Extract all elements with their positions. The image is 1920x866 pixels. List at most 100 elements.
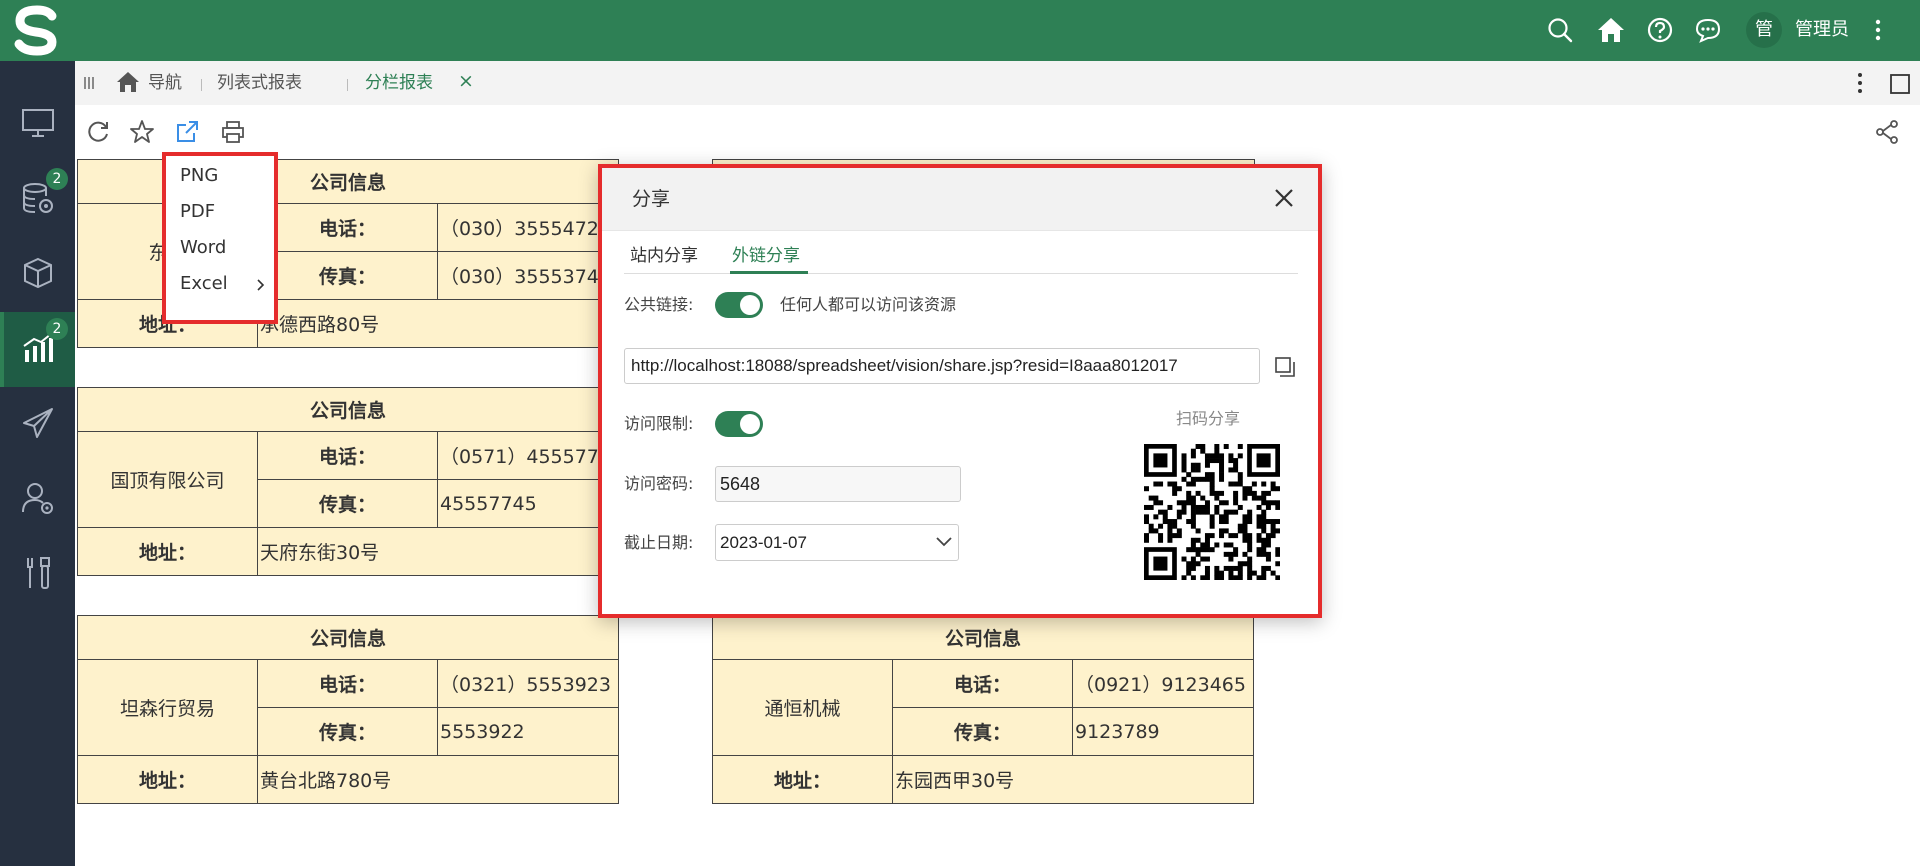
avatar[interactable]: 管 — [1746, 12, 1782, 48]
address-value: 东园西甲30号 — [891, 755, 1255, 804]
tab-divider — [347, 79, 348, 91]
more-vertical-icon[interactable] — [1855, 71, 1865, 95]
company-card: 公司信息 东南电话：（030）3555472 传真：（030）3555374 地… — [76, 159, 620, 348]
qr-share-label: 扫码分享 — [1176, 409, 1241, 428]
star-icon[interactable] — [129, 119, 155, 145]
phone-value: （0921）9123465 — [1071, 659, 1255, 708]
tools-icon — [27, 557, 50, 589]
fullscreen-icon[interactable] — [1889, 73, 1911, 95]
tab-nav[interactable]: 导航 — [148, 71, 182, 95]
deadline-label: 截止日期: — [624, 533, 694, 552]
active-tab-indicator — [730, 271, 808, 274]
phone-value: （0321）5553923 — [436, 659, 620, 708]
chat-icon[interactable] — [1694, 16, 1722, 44]
public-link-desc: 任何人都可以访问该资源 — [780, 295, 957, 314]
cube-icon — [24, 257, 52, 289]
phone-label: 电话： — [257, 431, 438, 480]
address-label: 地址： — [77, 527, 258, 576]
company-card: 公司信息 通恒机械 电话： （0921）9123465 传真： 9123789 地址：… — [711, 615, 1255, 804]
company-card: 公司信息 坦森行贸易 电话： （0321）5553923 传真： 5553922 地址… — [76, 615, 620, 804]
company-name: 坦森行贸易 — [77, 659, 258, 756]
export-pdf-item[interactable]: PDF — [180, 200, 215, 224]
export-menu: PNG PDF Word Excel — [162, 152, 278, 324]
phone-label: 电话： — [257, 203, 438, 252]
help-icon[interactable] — [1646, 16, 1674, 44]
public-link-toggle[interactable] — [715, 292, 763, 318]
company-card: 公司信息 国顶有限公司 电话： （0571）455577 传真： 45557745 地… — [76, 387, 620, 576]
access-limit-label: 访问限制: — [624, 414, 694, 433]
refresh-icon[interactable] — [85, 119, 111, 145]
fax-label: 传真： — [257, 707, 438, 756]
tab-list-report[interactable]: 列表式报表 — [217, 71, 302, 95]
deadline-value: 2023-01-07 — [720, 533, 807, 552]
card-header: 公司信息 — [76, 387, 620, 432]
sidebar-item-monitor[interactable] — [0, 87, 75, 162]
fax-label: 传真： — [892, 707, 1073, 756]
more-vertical-icon[interactable] — [1868, 16, 1888, 44]
print-icon[interactable] — [220, 119, 246, 145]
share-icon[interactable] — [1874, 119, 1900, 145]
person-gear-icon — [22, 483, 53, 514]
phone-value: （0571）455577 — [436, 431, 620, 480]
close-icon[interactable] — [1272, 186, 1296, 210]
qr-code-icon — [1144, 444, 1280, 580]
top-bar — [0, 0, 1920, 61]
collapse-handle-icon[interactable] — [83, 77, 95, 89]
toggle-knob — [740, 414, 760, 434]
export-icon[interactable] — [174, 119, 200, 145]
fax-label: 传真： — [257, 251, 438, 300]
sidebar-badge: 2 — [46, 318, 68, 340]
home-icon[interactable] — [1596, 16, 1626, 44]
card-header: 公司信息 — [76, 615, 620, 660]
address-value: 天府东街30号 — [256, 527, 620, 576]
sidebar-item-tools[interactable] — [0, 537, 75, 612]
close-tab-icon[interactable]: × — [458, 69, 474, 93]
logo-s-icon[interactable] — [0, 0, 75, 61]
password-label: 访问密码: — [624, 474, 694, 493]
sidebar-item-send[interactable] — [0, 387, 75, 462]
deadline-select[interactable]: 2023-01-07 — [715, 524, 959, 561]
toggle-knob — [740, 295, 760, 315]
tab-external-share[interactable]: 外链分享 — [732, 244, 800, 268]
phone-label: 电话： — [257, 659, 438, 708]
sidebar-item-report[interactable]: 2 — [0, 312, 75, 387]
chevron-down-icon — [936, 537, 952, 547]
fax-value: 5553922 — [436, 707, 620, 756]
username[interactable]: 管理员 — [1795, 17, 1849, 43]
search-icon[interactable] — [1546, 16, 1574, 44]
home-icon[interactable] — [116, 71, 140, 93]
sidebar-item-user-settings[interactable] — [0, 462, 75, 537]
copy-icon[interactable] — [1274, 356, 1296, 378]
tab-bar: 导航 列表式报表 分栏报表 × — [75, 61, 1920, 105]
sidebar-item-database[interactable]: 2 — [0, 162, 75, 237]
share-url-input[interactable] — [624, 348, 1260, 384]
fax-value: 9123789 — [1071, 707, 1255, 756]
tab-divider — [624, 273, 1298, 274]
monitor-icon — [22, 109, 54, 137]
address-value: 黄台北路780号 — [256, 755, 620, 804]
sidebar-badge: 2 — [46, 168, 68, 190]
toolbar — [75, 105, 1920, 159]
send-icon — [23, 408, 53, 438]
tab-internal-share[interactable]: 站内分享 — [630, 244, 698, 268]
phone-value: （030）3555472 — [436, 203, 620, 252]
export-excel-item[interactable]: Excel — [180, 272, 228, 296]
dialog-header: 分享 — [602, 168, 1318, 231]
export-png-item[interactable]: PNG — [180, 164, 218, 188]
sidebar-item-cube[interactable] — [0, 237, 75, 312]
card-header: 公司信息 — [711, 615, 1255, 660]
share-dialog: 分享 站内分享 外链分享 公共链接: 任何人都可以访问该资源 访问限制: 扫码分… — [598, 164, 1322, 618]
address-label: 地址： — [712, 755, 893, 804]
sidebar: 2 2 — [0, 61, 75, 866]
phone-label: 电话： — [892, 659, 1073, 708]
password-input[interactable] — [715, 466, 961, 502]
address-value: 承德西路80号 — [256, 299, 620, 348]
export-word-item[interactable]: Word — [180, 236, 226, 260]
chevron-right-icon — [256, 278, 266, 292]
tab-divider — [201, 79, 202, 91]
public-link-label: 公共链接: — [624, 295, 694, 314]
tab-column-report[interactable]: 分栏报表 — [365, 71, 433, 95]
fax-value: （030）3555374 — [436, 251, 620, 300]
address-label: 地址： — [77, 755, 258, 804]
access-limit-toggle[interactable] — [715, 411, 763, 437]
